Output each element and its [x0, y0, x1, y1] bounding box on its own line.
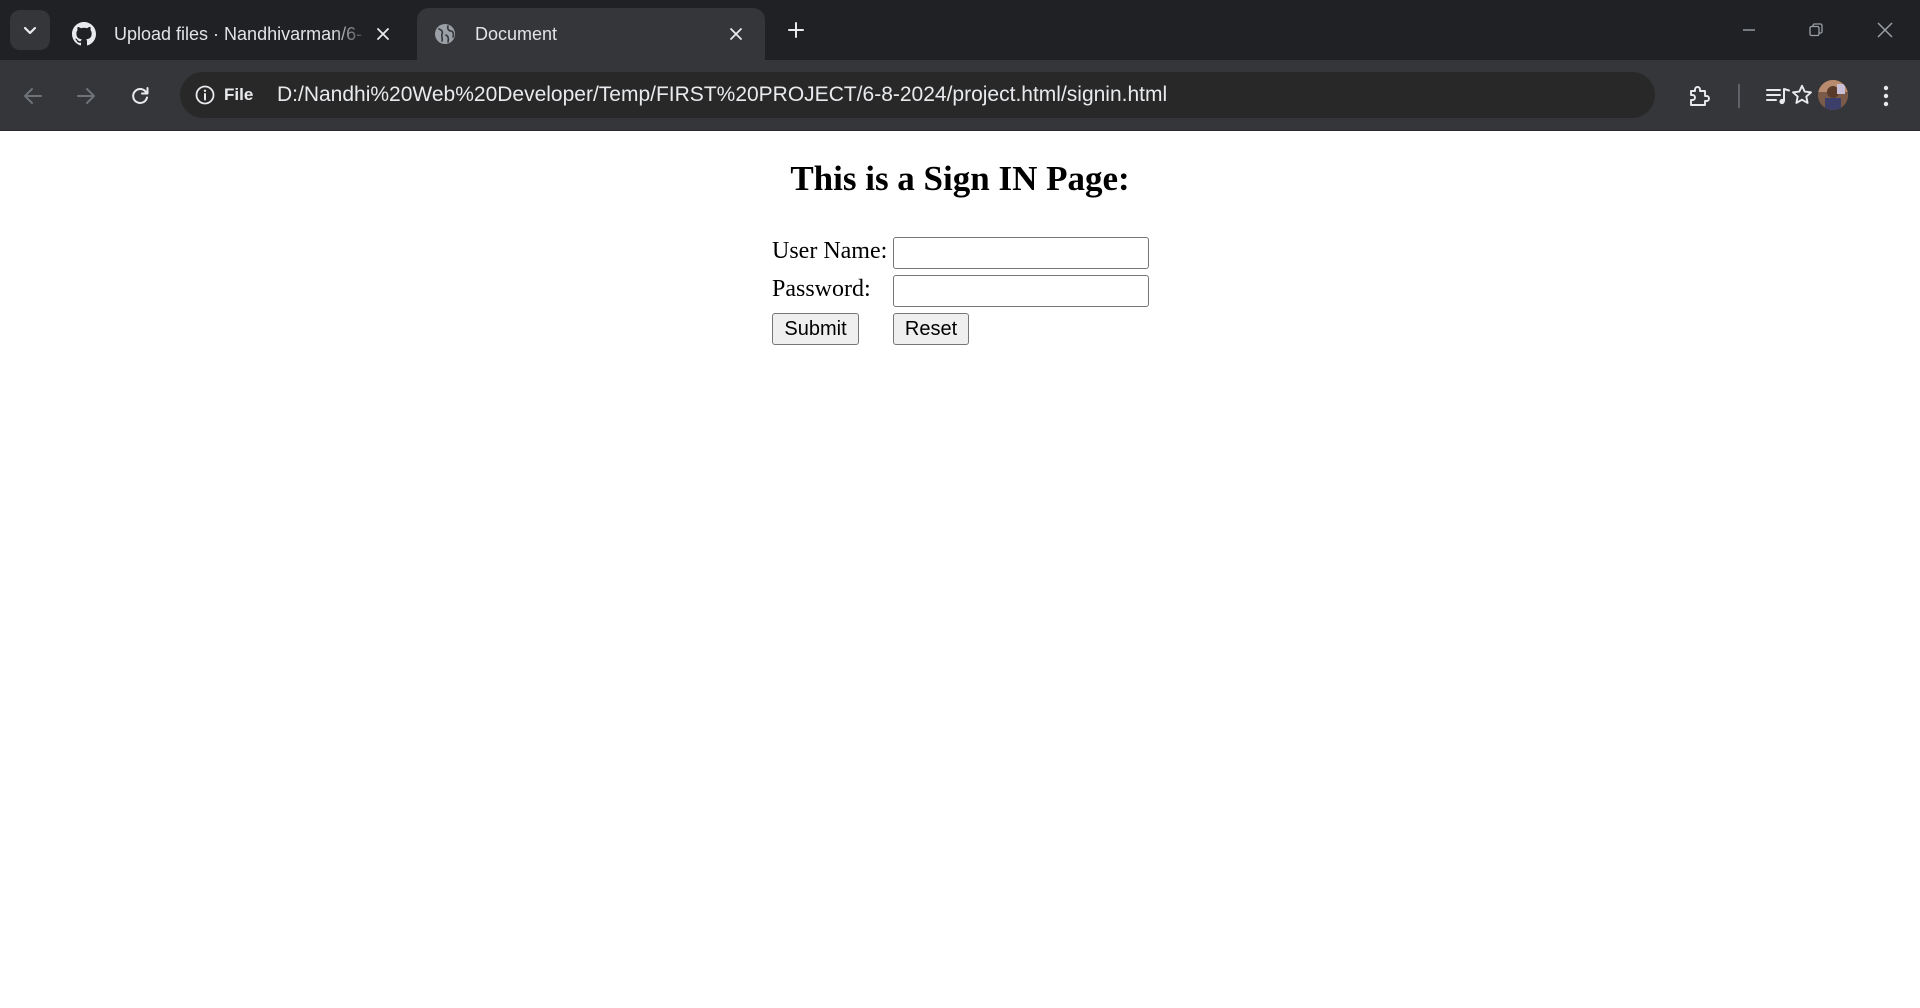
minimize-button[interactable]: [1727, 10, 1771, 50]
reload-icon: [132, 87, 149, 104]
site-chip-label: File: [224, 85, 254, 104]
restore-button[interactable]: [1794, 10, 1838, 50]
extensions-puzzle-icon: [1690, 86, 1710, 106]
username-input[interactable]: [893, 237, 1149, 269]
back-button[interactable]: [14, 77, 52, 115]
info-icon: [195, 85, 215, 105]
site-info-chip[interactable]: File: [192, 78, 263, 112]
tab-title: Upload files · Nandhivarman/6-: [114, 23, 363, 44]
new-tab-button[interactable]: [779, 13, 813, 47]
forward-button[interactable]: [67, 77, 105, 115]
media-control-button[interactable]: [1759, 77, 1797, 115]
forward-arrow-icon: [77, 88, 95, 104]
tab-title: Document: [475, 23, 558, 44]
minimize-icon: [1743, 29, 1755, 31]
more-menu-button[interactable]: [1867, 77, 1905, 115]
globe-icon: [433, 22, 457, 46]
reload-button[interactable]: [121, 77, 159, 115]
toolbar-divider: [1738, 84, 1740, 108]
password-label: Password:: [772, 276, 871, 302]
profile-avatar[interactable]: [1818, 80, 1848, 110]
close-icon[interactable]: [370, 21, 396, 47]
github-icon: [72, 22, 96, 46]
chevron-down-icon: [23, 26, 37, 35]
address-bar[interactable]: File D:/Nandhi%20Web%20Developer/Temp/FI…: [180, 72, 1812, 118]
submit-button[interactable]: Submit: [772, 313, 859, 345]
page-title: This is a Sign IN Page:: [790, 159, 1130, 198]
username-label: User Name:: [772, 238, 888, 264]
close-icon: [1877, 22, 1893, 38]
url-text[interactable]: D:/Nandhi%20Web%20Developer/Temp/FIRST%2…: [277, 72, 1167, 118]
more-vert-icon: [1883, 85, 1889, 107]
back-arrow-icon: [24, 88, 42, 104]
close-window-button[interactable]: [1863, 10, 1907, 50]
password-input[interactable]: [893, 275, 1149, 307]
reset-button[interactable]: Reset: [893, 313, 969, 345]
page-content: This is a Sign IN Page: User Name: Passw…: [0, 131, 1920, 1008]
restore-icon: [1809, 23, 1823, 37]
close-icon[interactable]: [723, 21, 749, 47]
media-control-icon: [1766, 88, 1790, 105]
tab-search-button[interactable]: [10, 10, 50, 50]
browser-toolbar: File D:/Nandhi%20Web%20Developer/Temp/FI…: [0, 60, 1920, 131]
tab-upload-files[interactable]: Upload files · Nandhivarman/6-: [56, 8, 412, 60]
tab-strip: Upload files · Nandhivarman/6- Document: [0, 0, 1920, 60]
extensions-button[interactable]: [1680, 77, 1718, 115]
tab-document[interactable]: Document: [417, 8, 765, 60]
plus-icon: [788, 22, 804, 38]
